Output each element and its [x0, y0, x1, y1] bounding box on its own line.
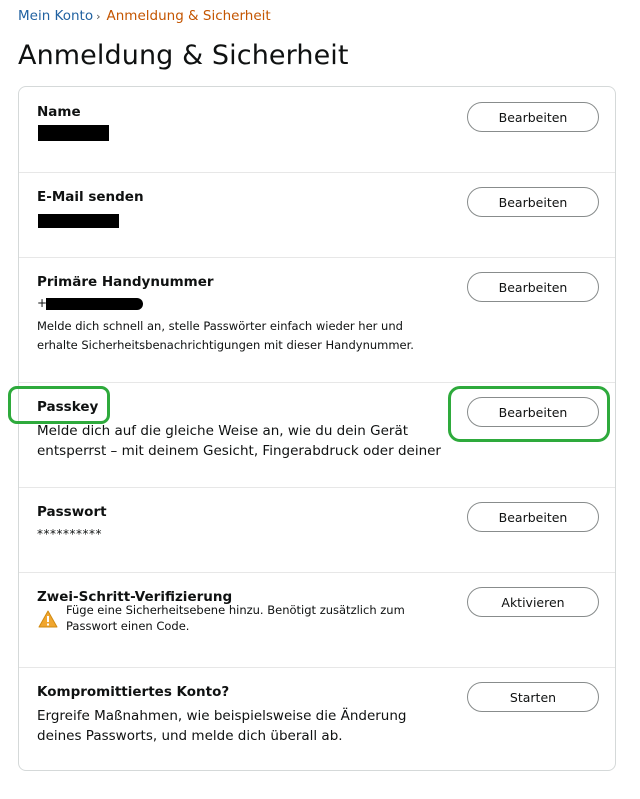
row-description: Füge eine Sicherheitsebene hinzu. Benöti…: [66, 603, 405, 633]
warning-icon: [38, 610, 58, 628]
row-compromised: Kompromittiertes Konto? Ergreife Maßnahm…: [19, 667, 615, 767]
row-title: Passwort: [37, 504, 107, 520]
row-two-step: Zwei-Schritt-Verifizierung Füge eine Sic…: [19, 572, 615, 668]
edit-email-button[interactable]: Bearbeiten: [467, 187, 599, 217]
breadcrumb-link-mein-konto[interactable]: Mein Konto: [18, 8, 93, 24]
row-title: E-Mail senden: [37, 189, 144, 205]
row-phone: Primäre Handynummer + Melde dich schnell…: [19, 257, 615, 383]
redacted-phone: [46, 298, 143, 310]
row-title: Name: [37, 104, 81, 120]
row-title: Primäre Handynummer: [37, 274, 214, 290]
activate-two-step-button[interactable]: Aktivieren: [467, 587, 599, 617]
edit-name-button[interactable]: Bearbeiten: [467, 102, 599, 132]
edit-passkey-button[interactable]: Bearbeiten: [467, 397, 599, 427]
row-description: Ergreife Maßnahmen, wie beispielsweise d…: [37, 708, 407, 744]
breadcrumb-current: Anmeldung & Sicherheit: [106, 8, 271, 24]
edit-phone-button[interactable]: Bearbeiten: [467, 272, 599, 302]
redacted-name: [38, 125, 109, 141]
edit-password-button[interactable]: Bearbeiten: [467, 502, 599, 532]
row-title: Passkey: [37, 399, 99, 415]
row-title: Kompromittiertes Konto?: [37, 684, 230, 700]
row-email: E-Mail senden Bearbeiten: [19, 172, 615, 258]
start-compromised-button[interactable]: Starten: [467, 682, 599, 712]
breadcrumb: Mein Konto › Anmeldung & Sicherheit: [18, 8, 271, 24]
breadcrumb-separator: ›: [96, 9, 101, 23]
row-password: Passwort ********** Bearbeiten: [19, 487, 615, 573]
row-name: Name Bearbeiten: [19, 87, 615, 173]
page-title: Anmeldung & Sicherheit: [18, 40, 349, 71]
redacted-email: [38, 214, 119, 228]
row-passkey: Passkey Melde dich auf die gleiche Weise…: [19, 382, 615, 488]
row-description: Melde dich auf die gleiche Weise an, wie…: [37, 423, 441, 459]
row-description: Melde dich schnell an, stelle Passwörter…: [37, 319, 414, 352]
settings-card: Name Bearbeiten E-Mail senden Bearbeiten…: [18, 86, 616, 771]
masked-password: **********: [37, 527, 102, 541]
